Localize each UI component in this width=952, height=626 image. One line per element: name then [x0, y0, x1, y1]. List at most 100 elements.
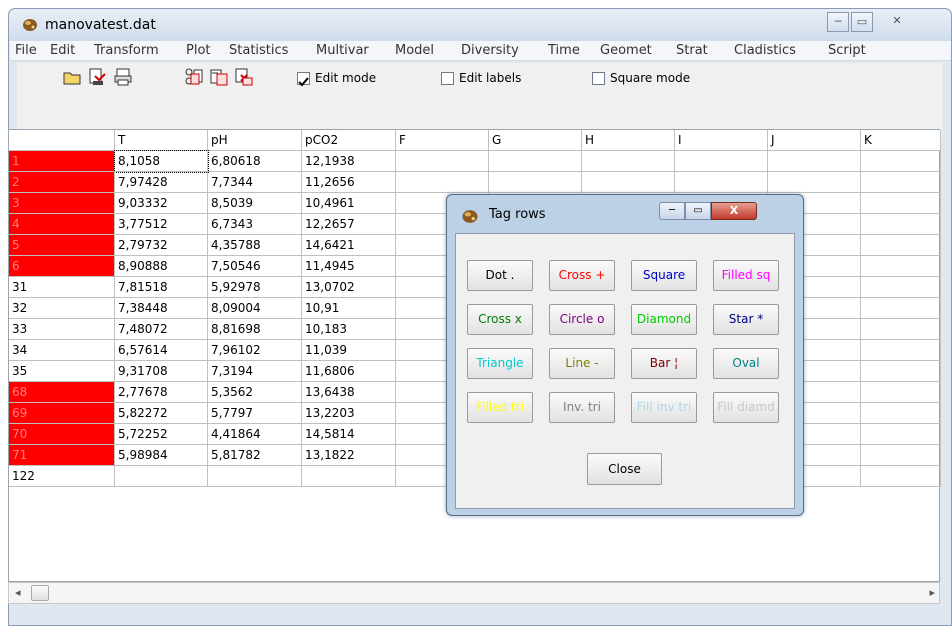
row-header[interactable]: 69: [9, 403, 115, 424]
tag-filled-tri-button[interactable]: Filled tri: [467, 392, 533, 423]
tag-triangle-button[interactable]: Triangle: [467, 348, 533, 379]
menu-file[interactable]: File: [15, 43, 37, 58]
table-cell[interactable]: 10,4961: [302, 193, 396, 214]
close-window-button[interactable]: ✕: [875, 12, 919, 32]
table-cell[interactable]: 8,5039: [208, 193, 302, 214]
title-bar[interactable]: manovatest.dat ─ ▭ ✕: [9, 9, 951, 41]
table-cell[interactable]: 8,09004: [208, 298, 302, 319]
open-file-icon[interactable]: [61, 66, 83, 88]
tag-dot-button[interactable]: Dot .: [467, 260, 533, 291]
table-cell[interactable]: 6,57614: [115, 340, 208, 361]
table-cell[interactable]: 11,4945: [302, 256, 396, 277]
menu-model[interactable]: Model: [395, 43, 434, 58]
menu-time[interactable]: Time: [548, 43, 580, 58]
table-cell[interactable]: 7,48072: [115, 319, 208, 340]
tag-oval-button[interactable]: Oval: [713, 348, 779, 379]
row-header[interactable]: 4: [9, 214, 115, 235]
col-header-t[interactable]: T: [115, 130, 208, 151]
row-header[interactable]: 33: [9, 319, 115, 340]
menu-cladistics[interactable]: Cladistics: [734, 43, 796, 58]
table-cell[interactable]: 4,35788: [208, 235, 302, 256]
print-icon[interactable]: [112, 66, 134, 88]
menu-plot[interactable]: Plot: [186, 43, 211, 58]
row-header[interactable]: 34: [9, 340, 115, 361]
edit-mode-checkbox[interactable]: [297, 72, 310, 87]
table-cell[interactable]: 7,97428: [115, 172, 208, 193]
tag-inv-tri-button[interactable]: Inv. tri: [549, 392, 615, 423]
tag-star-button[interactable]: Star *: [713, 304, 779, 335]
table-cell[interactable]: [489, 151, 582, 172]
dialog-close-button[interactable]: Close: [587, 453, 662, 485]
tag-line-button[interactable]: Line -: [549, 348, 615, 379]
table-cell[interactable]: 6,80618: [208, 151, 302, 172]
table-cell[interactable]: [396, 151, 489, 172]
table-cell[interactable]: [861, 445, 941, 466]
tag-fill-inv-tri-button[interactable]: Fill inv tri: [631, 392, 697, 423]
table-cell[interactable]: 2,77678: [115, 382, 208, 403]
menu-diversity[interactable]: Diversity: [461, 43, 519, 58]
tag-diamond-button[interactable]: Diamond: [631, 304, 697, 335]
table-cell[interactable]: 3,77512: [115, 214, 208, 235]
table-cell[interactable]: 5,92978: [208, 277, 302, 298]
col-header-f[interactable]: F: [396, 130, 489, 151]
table-cell[interactable]: 5,82272: [115, 403, 208, 424]
table-cell[interactable]: 8,90888: [115, 256, 208, 277]
table-cell[interactable]: [861, 403, 941, 424]
col-header-j[interactable]: J: [768, 130, 861, 151]
table-cell[interactable]: 9,31708: [115, 361, 208, 382]
table-cell[interactable]: 14,5814: [302, 424, 396, 445]
table-cell[interactable]: [861, 466, 941, 487]
table-cell[interactable]: 2,79732: [115, 235, 208, 256]
copy-icon[interactable]: [183, 66, 205, 88]
row-header[interactable]: 35: [9, 361, 115, 382]
row-header[interactable]: 68: [9, 382, 115, 403]
tag-bar-button[interactable]: Bar ¦: [631, 348, 697, 379]
table-cell[interactable]: [489, 172, 582, 193]
table-cell[interactable]: 5,7797: [208, 403, 302, 424]
table-cell[interactable]: [861, 193, 941, 214]
table-cell[interactable]: [861, 172, 941, 193]
table-cell[interactable]: [582, 172, 675, 193]
table-cell[interactable]: 8,81698: [208, 319, 302, 340]
table-cell[interactable]: 7,7344: [208, 172, 302, 193]
table-cell[interactable]: 10,91: [302, 298, 396, 319]
table-cell[interactable]: [861, 298, 941, 319]
table-cell[interactable]: 12,1938: [302, 151, 396, 172]
tag-filled-sq-button[interactable]: Filled sq: [713, 260, 779, 291]
table-cell[interactable]: 7,3194: [208, 361, 302, 382]
table-cell[interactable]: 11,039: [302, 340, 396, 361]
tag-cross-plus-button[interactable]: Cross +: [549, 260, 615, 291]
menu-script[interactable]: Script: [828, 43, 866, 58]
table-cell[interactable]: 7,38448: [115, 298, 208, 319]
menu-edit[interactable]: Edit: [50, 43, 75, 58]
table-cell[interactable]: 13,1822: [302, 445, 396, 466]
table-cell[interactable]: 9,03332: [115, 193, 208, 214]
row-header[interactable]: 70: [9, 424, 115, 445]
menu-statistics[interactable]: Statistics: [229, 43, 288, 58]
table-cell[interactable]: [861, 319, 941, 340]
scroll-right-icon[interactable]: ▸: [929, 586, 935, 599]
table-cell[interactable]: [861, 256, 941, 277]
table-cell[interactable]: 13,0702: [302, 277, 396, 298]
table-cell[interactable]: [675, 151, 768, 172]
tag-cross-x-button[interactable]: Cross x: [467, 304, 533, 335]
table-cell[interactable]: 11,2656: [302, 172, 396, 193]
table-cell[interactable]: [302, 466, 396, 487]
edit-labels-checkbox[interactable]: [441, 72, 454, 85]
row-header[interactable]: 6: [9, 256, 115, 277]
row-header[interactable]: 31: [9, 277, 115, 298]
table-cell[interactable]: [861, 151, 941, 172]
table-cell[interactable]: 7,96102: [208, 340, 302, 361]
table-cell[interactable]: 6,7343: [208, 214, 302, 235]
dialog-close-x-button[interactable]: X: [711, 202, 757, 220]
col-header-k[interactable]: K: [861, 130, 941, 151]
col-header-i[interactable]: I: [675, 130, 768, 151]
table-cell[interactable]: [208, 466, 302, 487]
scroll-left-icon[interactable]: ◂: [15, 586, 21, 599]
table-cell[interactable]: 8,1058: [114, 150, 209, 173]
table-cell[interactable]: 5,72252: [115, 424, 208, 445]
col-header-h[interactable]: H: [582, 130, 675, 151]
table-cell[interactable]: 7,50546: [208, 256, 302, 277]
minimize-button[interactable]: ─: [827, 12, 849, 32]
menu-geomet[interactable]: Geomet: [600, 43, 652, 58]
